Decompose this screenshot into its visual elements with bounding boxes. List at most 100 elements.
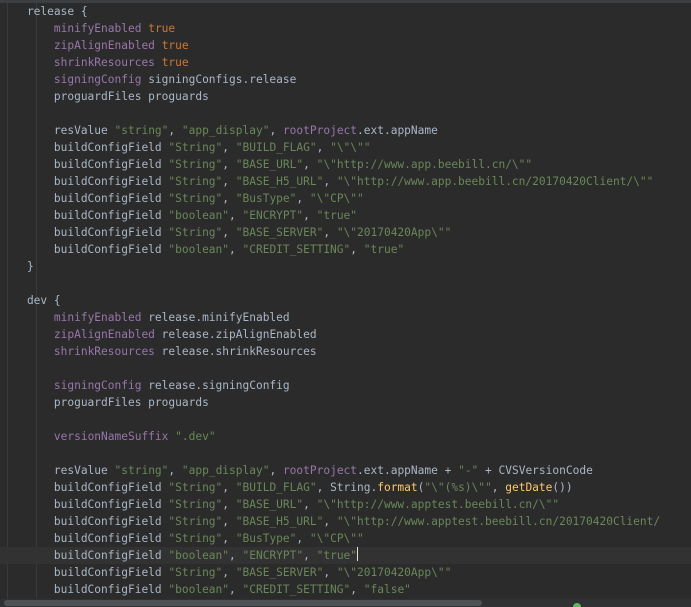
scrollbar-thumb[interactable] bbox=[4, 600, 482, 606]
code-token-property: minifyEnabled bbox=[53, 22, 142, 35]
code-line[interactable]: resValue "string", "app_display", rootPr… bbox=[0, 122, 691, 139]
code-line[interactable] bbox=[0, 445, 691, 462]
code-token-default: release.minifyEnabled bbox=[141, 311, 290, 324]
horizontal-scrollbar[interactable] bbox=[0, 599, 691, 607]
code-token-string: "\"http://www.apptest.beebill.cn/\"" bbox=[316, 498, 560, 511]
code-line[interactable]: buildConfigField "String", "BASE_URL", "… bbox=[0, 156, 691, 173]
code-token-default: , bbox=[222, 175, 236, 188]
code-token-default: + CVSVersionCode bbox=[478, 464, 593, 477]
code-line[interactable]: buildConfigField "boolean", "ENCRYPT", "… bbox=[0, 207, 691, 224]
code-token-string: "\"(%s)\"" bbox=[424, 481, 492, 494]
code-line[interactable]: buildConfigField "boolean", "CREDIT_SETT… bbox=[0, 241, 691, 258]
text-caret bbox=[357, 547, 359, 561]
code-token-default: , bbox=[350, 243, 364, 256]
code-line[interactable]: signingConfig release.signingConfig bbox=[0, 377, 691, 394]
code-token-default: proguardFiles proguards bbox=[0, 396, 209, 409]
code-line[interactable]: proguardFiles proguards bbox=[0, 394, 691, 411]
code-line[interactable] bbox=[0, 360, 691, 377]
code-token-string: "BASE_URL" bbox=[235, 498, 304, 511]
code-line[interactable]: release { bbox=[0, 3, 691, 20]
code-token-string: "\"http://www.apptest.beebill.cn/2017042… bbox=[336, 515, 661, 528]
code-line[interactable] bbox=[0, 105, 691, 122]
code-line[interactable]: dev { bbox=[0, 292, 691, 309]
code-token-string: "\"CP\"" bbox=[309, 532, 364, 545]
code-token-default: buildConfigField bbox=[0, 243, 169, 256]
code-line[interactable]: buildConfigField "String", "BASE_H5_URL"… bbox=[0, 173, 691, 190]
code-token-string: "\"20170420App\"" bbox=[336, 226, 452, 239]
code-line[interactable]: versionNameSuffix ".dev" bbox=[0, 428, 691, 445]
code-line[interactable]: buildConfigField "String", "BASE_SERVER"… bbox=[0, 564, 691, 581]
code-token-default: , bbox=[269, 124, 283, 137]
code-line[interactable]: shrinkResources true bbox=[0, 54, 691, 71]
code-line[interactable]: zipAlignEnabled release.zipAlignEnabled bbox=[0, 326, 691, 343]
code-token-default: release.signingConfig bbox=[141, 379, 290, 392]
code-line[interactable]: buildConfigField "boolean", "ENCRYPT", "… bbox=[0, 547, 691, 564]
code-line[interactable]: buildConfigField "String", "BusType", "\… bbox=[0, 530, 691, 547]
code-token-property: shrinkResources bbox=[53, 345, 155, 358]
code-token-property: rootProject bbox=[282, 464, 358, 477]
code-token-string: "CREDIT_SETTING" bbox=[242, 583, 351, 596]
code-token-string: "false" bbox=[363, 583, 411, 596]
code-token-string: "String" bbox=[168, 498, 223, 511]
code-token-default: release.shrinkResources bbox=[154, 345, 317, 358]
code-token-default: , bbox=[491, 481, 506, 494]
code-line[interactable]: shrinkResources release.shrinkResources bbox=[0, 343, 691, 360]
code-line[interactable] bbox=[0, 411, 691, 428]
code-token-default: , bbox=[303, 549, 317, 562]
code-token-property: signingConfig bbox=[53, 379, 142, 392]
code-token-string: "String" bbox=[168, 192, 223, 205]
code-token-default: ()) bbox=[552, 481, 573, 494]
code-token-default: , bbox=[168, 464, 182, 477]
code-token-default: , bbox=[222, 481, 236, 494]
code-token-string: ".dev" bbox=[175, 430, 216, 443]
code-token-string: "true" bbox=[363, 243, 405, 256]
code-token-default: proguardFiles proguards bbox=[0, 90, 209, 103]
code-line[interactable]: minifyEnabled release.minifyEnabled bbox=[0, 309, 691, 326]
code-token-string: "boolean" bbox=[168, 549, 230, 562]
code-token-default: buildConfigField bbox=[0, 498, 169, 511]
code-token-default: release { bbox=[0, 5, 88, 18]
code-line[interactable]: buildConfigField "String", "BASE_URL", "… bbox=[0, 496, 691, 513]
code-token-default bbox=[0, 328, 54, 341]
code-token-string: "BUILD_FLAG" bbox=[235, 141, 317, 154]
code-line[interactable]: proguardFiles proguards bbox=[0, 88, 691, 105]
code-token-string: "BASE_URL" bbox=[235, 158, 304, 171]
code-line[interactable]: buildConfigField "String", "BASE_SERVER"… bbox=[0, 224, 691, 241]
code-line[interactable]: } bbox=[0, 258, 691, 275]
code-token-default: dev { bbox=[0, 294, 61, 307]
code-token-string: "boolean" bbox=[168, 243, 230, 256]
code-token-default: .ext.appName bbox=[357, 124, 438, 137]
code-token-default: buildConfigField bbox=[0, 549, 169, 562]
code-token-default: resValue bbox=[0, 124, 115, 137]
code-line[interactable]: resValue "string", "app_display", rootPr… bbox=[0, 462, 691, 479]
code-line[interactable]: buildConfigField "String", "BASE_H5_URL"… bbox=[0, 513, 691, 530]
code-token-string: "BASE_H5_URL" bbox=[235, 515, 324, 528]
code-area[interactable]: release { minifyEnabled true zipAlignEna… bbox=[0, 3, 691, 598]
code-token-default: , bbox=[303, 158, 317, 171]
code-token-method: format bbox=[377, 481, 418, 494]
code-token-string: "-" bbox=[458, 464, 479, 477]
code-token-default: buildConfigField bbox=[0, 175, 169, 188]
code-line[interactable]: buildConfigField "String", "BUILD_FLAG",… bbox=[0, 479, 691, 496]
code-token-string: "BASE_SERVER" bbox=[235, 566, 324, 579]
code-line[interactable]: buildConfigField "String", "BUILD_FLAG",… bbox=[0, 139, 691, 156]
code-token-default: buildConfigField bbox=[0, 532, 169, 545]
code-token-default: , bbox=[222, 192, 236, 205]
code-line[interactable]: buildConfigField "String", "BusType", "\… bbox=[0, 190, 691, 207]
code-line[interactable] bbox=[0, 275, 691, 292]
code-editor[interactable]: release { minifyEnabled true zipAlignEna… bbox=[0, 0, 691, 607]
code-token-default: buildConfigField bbox=[0, 515, 169, 528]
code-token-default bbox=[0, 311, 54, 324]
code-token-property: minifyEnabled bbox=[53, 311, 142, 324]
code-line[interactable]: signingConfig signingConfigs.release bbox=[0, 71, 691, 88]
code-line[interactable]: buildConfigField "boolean", "CREDIT_SETT… bbox=[0, 581, 691, 598]
code-line[interactable]: minifyEnabled true bbox=[0, 20, 691, 37]
code-line[interactable]: zipAlignEnabled true bbox=[0, 37, 691, 54]
code-token-default: , bbox=[269, 464, 283, 477]
code-token-string: "BusType" bbox=[235, 532, 297, 545]
code-token-property: signingConfig bbox=[53, 73, 142, 86]
code-token-default bbox=[0, 39, 54, 52]
code-token-default bbox=[0, 345, 54, 358]
code-token-property: versionNameSuffix bbox=[53, 430, 169, 443]
code-token-string: "\"CP\"" bbox=[309, 192, 364, 205]
